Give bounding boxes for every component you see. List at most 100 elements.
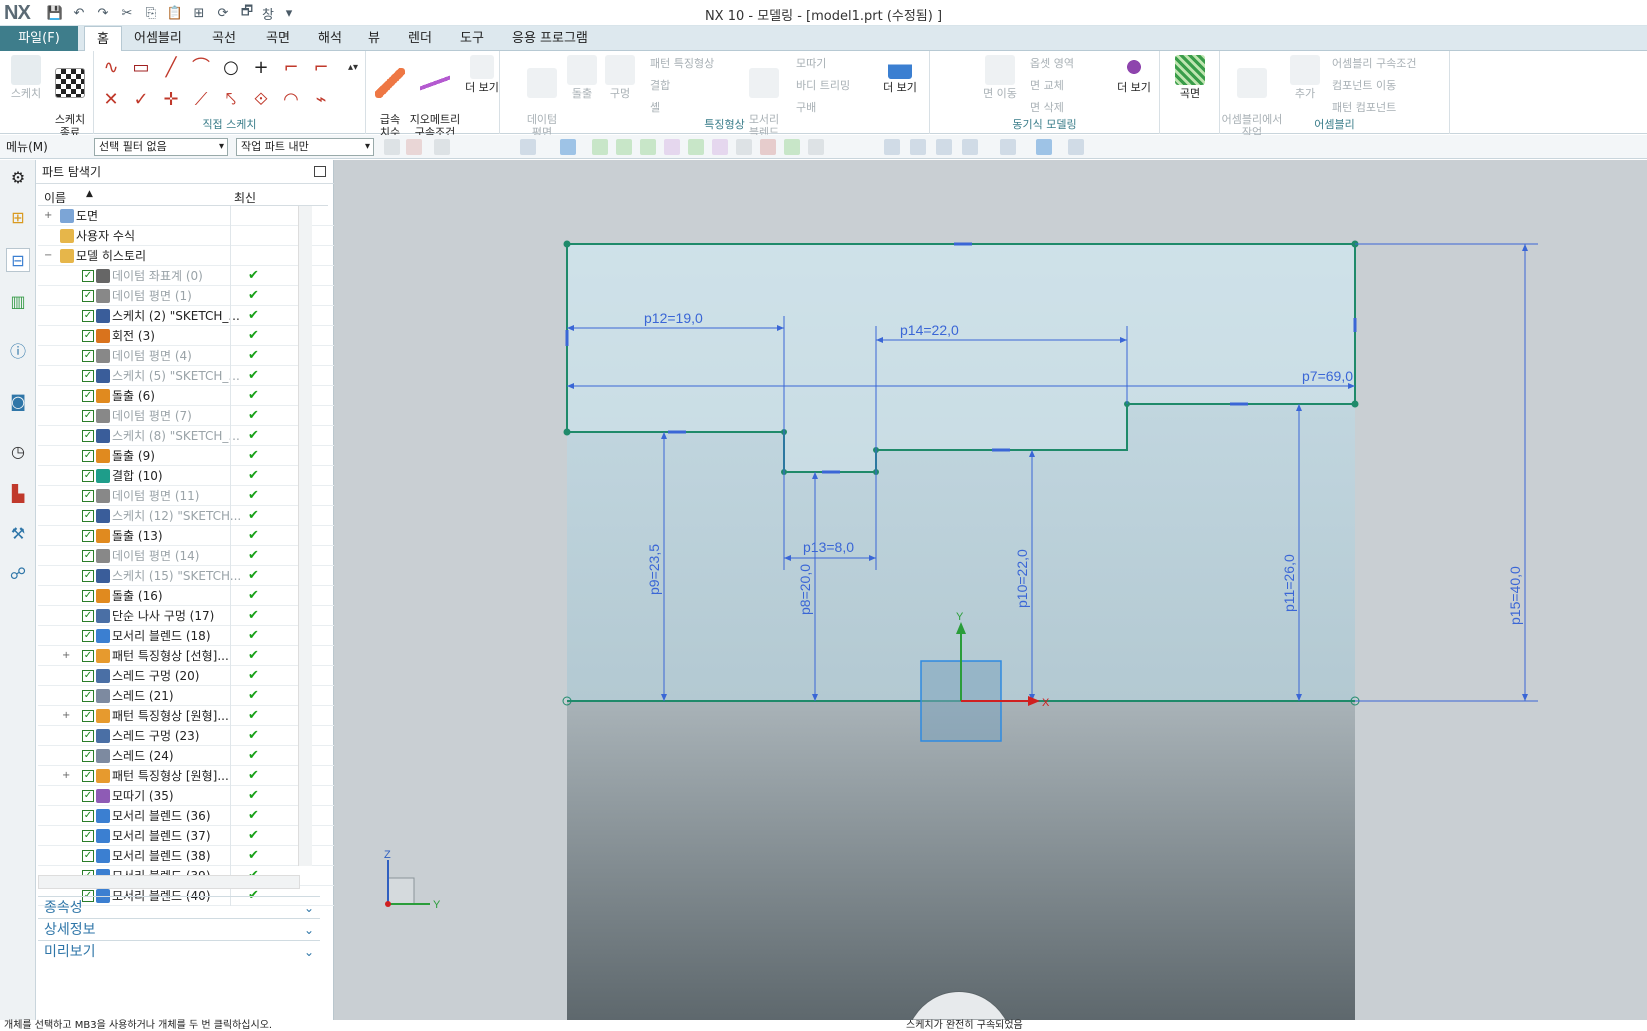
tree-row[interactable]: ✓ 모서리 블렌드 (36) ✔	[38, 806, 334, 826]
tab-curve[interactable]: 곡선	[200, 26, 248, 51]
tree-row[interactable]: + 도면	[38, 206, 334, 226]
more-button-2[interactable]: 더 보기	[880, 55, 920, 94]
copy-icon[interactable]: ⎘	[142, 4, 160, 22]
line-icon[interactable]: ╱	[158, 55, 184, 81]
derived-lines-icon[interactable]: ⟋	[188, 87, 214, 113]
dim-p10[interactable]: p10=22,0	[1014, 549, 1030, 608]
undo-icon[interactable]: ↶	[70, 4, 88, 22]
solid-icon[interactable]	[560, 139, 576, 155]
tab-surface[interactable]: 곡면	[254, 26, 302, 51]
visibility-checkbox[interactable]: ✓	[82, 650, 94, 662]
paste-icon[interactable]: 📋	[166, 4, 184, 22]
mirror-curve-icon[interactable]: ⟐	[248, 87, 274, 113]
fit-icon[interactable]	[884, 139, 900, 155]
tab-applications[interactable]: 응용 프로그램	[500, 26, 600, 51]
tree-row[interactable]: ✓ 데이텀 평면 (7) ✔	[38, 406, 334, 426]
visibility-checkbox[interactable]: ✓	[82, 570, 94, 582]
bounded-grid-icon[interactable]	[784, 139, 800, 155]
tree-row[interactable]: ✓ 스케치 (8) "SKETCH_... ✔	[38, 426, 334, 446]
col-name[interactable]: 이름	[44, 189, 66, 206]
visibility-checkbox[interactable]: ✓	[82, 750, 94, 762]
tree-row[interactable]: ✓ 모서리 블렌드 (37) ✔	[38, 826, 334, 846]
visibility-checkbox[interactable]: ✓	[82, 450, 94, 462]
tree-row[interactable]: ✓ 돌출 (13) ✔	[38, 526, 334, 546]
visibility-checkbox[interactable]: ✓	[82, 330, 94, 342]
point-on-curve-icon[interactable]	[736, 139, 752, 155]
tree-row[interactable]: ✓ 돌출 (6) ✔	[38, 386, 334, 406]
replace-face-button[interactable]: 면 교체	[1030, 77, 1064, 93]
sketch-canvas[interactable]: p12=19,0 p14=22,0 p7=69,0 p13=8,0 p9=23,…	[334, 160, 1647, 1021]
chamfer-button[interactable]: 모따기	[796, 55, 826, 71]
expand-toggle-icon[interactable]: −	[44, 246, 52, 266]
quadrant-icon[interactable]	[712, 139, 728, 155]
draft-button[interactable]: 구배	[796, 99, 816, 115]
show-hide-icon[interactable]	[1068, 139, 1084, 155]
dim-p9[interactable]: p9=23,5	[646, 544, 662, 595]
tree-row[interactable]: ✓ 모따기 (35) ✔	[38, 786, 334, 806]
sketch-button[interactable]: 스케치	[6, 55, 46, 100]
visibility-checkbox[interactable]: ✓	[82, 390, 94, 402]
visibility-checkbox[interactable]: ✓	[82, 850, 94, 862]
extrude-button[interactable]: 돌출	[564, 55, 600, 100]
visibility-checkbox[interactable]: ✓	[82, 830, 94, 842]
process-studio-icon[interactable]: ⚒	[6, 522, 30, 546]
tree-row[interactable]: ✓ 스레드 구멍 (23) ✔	[38, 726, 334, 746]
gear-icon[interactable]: ⚙	[6, 166, 30, 190]
tab-assembly[interactable]: 어셈블리	[122, 26, 194, 51]
tree-row[interactable]: ✓ 스케치 (2) "SKETCH_... ✔	[38, 306, 334, 326]
tree-row[interactable]: ✓ 데이텀 평면 (14) ✔	[38, 546, 334, 566]
expand-toggle-icon[interactable]: +	[62, 766, 70, 786]
tree-row[interactable]: ✓ 모서리 블렌드 (38) ✔	[38, 846, 334, 866]
tree-row[interactable]: ✓ 스케치 (12) "SKETCH... ✔	[38, 506, 334, 526]
tree-row[interactable]: 사용자 수식	[38, 226, 334, 246]
dim-p12[interactable]: p12=19,0	[644, 310, 703, 326]
visibility-checkbox[interactable]: ✓	[82, 690, 94, 702]
combine-button[interactable]: 결합	[650, 77, 670, 93]
tree-row[interactable]: ✓ 회전 (3) ✔	[38, 326, 334, 346]
hd3d-tools-icon[interactable]: ⓘ	[6, 340, 30, 364]
conic-icon[interactable]: ◠	[278, 87, 304, 113]
geometric-constraints-button[interactable]: 지오메트리 구속조건	[408, 55, 462, 139]
visibility-checkbox[interactable]: ✓	[82, 430, 94, 442]
quick-trim-icon[interactable]: ✕	[98, 87, 124, 113]
arc-center-icon[interactable]	[688, 139, 704, 155]
visibility-checkbox[interactable]: ✓	[82, 590, 94, 602]
repeat-command-icon[interactable]: ⟳	[214, 4, 232, 22]
panel-dependencies[interactable]: 종속성 ⌄	[38, 896, 320, 918]
point-on-face-icon[interactable]	[808, 139, 824, 155]
tree-row[interactable]: ✓ 데이텀 평면 (11) ✔	[38, 486, 334, 506]
tree-row[interactable]: + ✓ 패턴 특징형상 [원형]... ✔	[38, 706, 334, 726]
arc-icon[interactable]: ⌒	[188, 55, 214, 81]
tree-row[interactable]: + ✓ 패턴 특징형상 [선형]... ✔	[38, 646, 334, 666]
control-point-icon[interactable]	[640, 139, 656, 155]
tree-row[interactable]: ✓ 스케치 (15) "SKETCH... ✔	[38, 566, 334, 586]
web-browser-icon[interactable]: ◙	[6, 390, 30, 414]
rectangle-icon[interactable]: ▭	[128, 55, 154, 81]
scroll-up-icon[interactable]: ▴▾	[340, 55, 366, 81]
redo-icon[interactable]: ↷	[94, 4, 112, 22]
midpoint-icon[interactable]	[616, 139, 632, 155]
edit-section-icon[interactable]	[1036, 139, 1052, 155]
dim-p14[interactable]: p14=22,0	[900, 322, 959, 338]
move-component-button[interactable]: 컴포넌트 이동	[1332, 77, 1396, 93]
delete-face-button[interactable]: 면 삭제	[1030, 99, 1064, 115]
visibility-checkbox[interactable]: ✓	[82, 770, 94, 782]
tree-row[interactable]: ✓ 단순 나사 구멍 (17) ✔	[38, 606, 334, 626]
visibility-checkbox[interactable]: ✓	[82, 470, 94, 482]
hole-button[interactable]: 구멍	[602, 55, 638, 100]
tree-row[interactable]: ✓ 돌출 (9) ✔	[38, 446, 334, 466]
assembly-constraints-button[interactable]: 어셈블리 구속조건	[1332, 55, 1416, 71]
studio-spline-icon[interactable]: ⌁	[308, 87, 334, 113]
tree-row[interactable]: + ✓ 패턴 특징형상 [원형]... ✔	[38, 766, 334, 786]
fillet-icon[interactable]: ⌐	[278, 55, 304, 81]
tab-render[interactable]: 렌더	[396, 26, 444, 51]
tree-row[interactable]: ✓ 모서리 블렌드 (18) ✔	[38, 626, 334, 646]
touch-mode-icon[interactable]: ⊞	[190, 4, 208, 22]
visibility-checkbox[interactable]: ✓	[82, 790, 94, 802]
visibility-checkbox[interactable]: ✓	[82, 370, 94, 382]
visibility-checkbox[interactable]: ✓	[82, 410, 94, 422]
offset-curve-icon[interactable]: ⤣	[218, 87, 244, 113]
reuse-library-icon[interactable]: ▥	[6, 290, 30, 314]
visibility-checkbox[interactable]: ✓	[82, 550, 94, 562]
tab-analysis[interactable]: 해석	[306, 26, 354, 51]
